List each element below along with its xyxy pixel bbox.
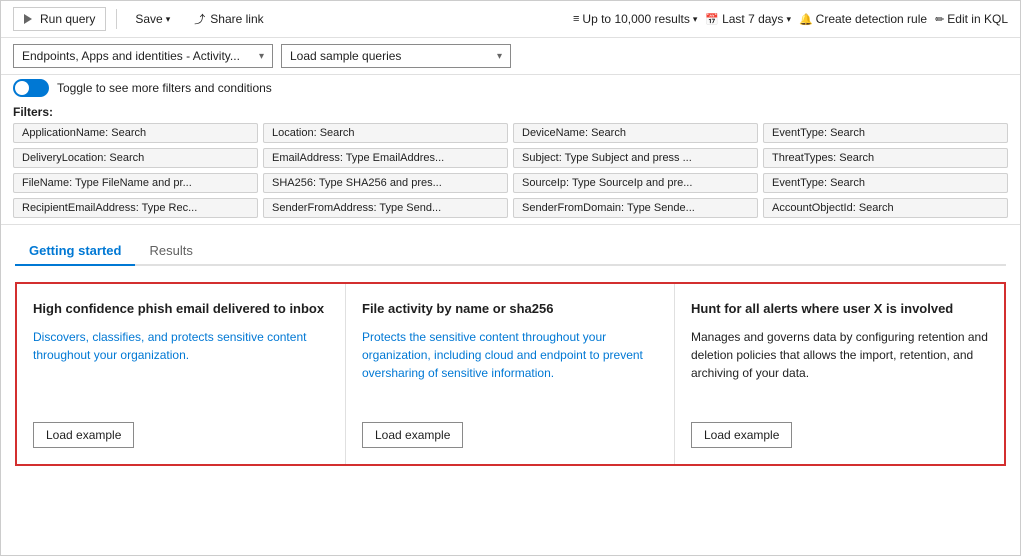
- filter-chip[interactable]: SHA256: Type SHA256 and pres...: [263, 173, 508, 193]
- toggle-row: Toggle to see more filters and condition…: [1, 75, 1020, 101]
- toolbar: Run query Save ▾ ⤴ Share link ≡ Up to 10…: [1, 1, 1020, 38]
- filter-chip[interactable]: SenderFromDomain: Type Sende...: [513, 198, 758, 218]
- filters-grid: ApplicationName: SearchLocation: SearchD…: [13, 123, 1008, 218]
- results-caret-icon: ▾: [693, 14, 698, 25]
- results-icon: ≡: [573, 13, 579, 25]
- play-icon: [24, 14, 32, 24]
- load-example-button-0[interactable]: Load example: [33, 422, 134, 448]
- time-range-label: Last 7 days: [722, 12, 783, 26]
- card-description: Protects the sensitive content throughou…: [362, 328, 658, 410]
- filter-chip[interactable]: AccountObjectId: Search: [763, 198, 1008, 218]
- save-caret-icon: ▾: [166, 14, 171, 25]
- card-desc-link: Manages and governs data by configuring …: [691, 330, 965, 344]
- results-limit-label: Up to 10,000 results: [582, 12, 689, 26]
- rule-icon: 🔔: [799, 13, 813, 26]
- endpoint-dropdown[interactable]: Endpoints, Apps and identities - Activit…: [13, 44, 273, 68]
- load-example-button-2[interactable]: Load example: [691, 422, 792, 448]
- filter-chip[interactable]: DeliveryLocation: Search: [13, 148, 258, 168]
- filter-chip[interactable]: Subject: Type Subject and press ...: [513, 148, 758, 168]
- results-limit-button[interactable]: ≡ Up to 10,000 results ▾: [573, 12, 697, 26]
- filter-chip[interactable]: SenderFromAddress: Type Send...: [263, 198, 508, 218]
- sample-chevron-icon: ▾: [497, 51, 502, 62]
- filters-section: Filters: ApplicationName: SearchLocation…: [1, 101, 1020, 225]
- cards-container: High confidence phish email delivered to…: [15, 282, 1006, 466]
- share-link-label: Share link: [210, 12, 263, 26]
- filter-chip[interactable]: ApplicationName: Search: [13, 123, 258, 143]
- load-example-button-1[interactable]: Load example: [362, 422, 463, 448]
- endpoint-dropdown-label: Endpoints, Apps and identities - Activit…: [22, 49, 240, 63]
- tab-results[interactable]: Results: [135, 237, 206, 266]
- card-description: Manages and governs data by configuring …: [691, 328, 988, 410]
- filters-label: Filters:: [13, 105, 53, 119]
- filter-chip[interactable]: EventType: Search: [763, 123, 1008, 143]
- toolbar-right: ≡ Up to 10,000 results ▾ 📅 Last 7 days ▾…: [573, 12, 1008, 26]
- endpoint-chevron-icon: ▾: [259, 51, 264, 62]
- filter-chip[interactable]: RecipientEmailAddress: Type Rec...: [13, 198, 258, 218]
- run-query-label: Run query: [40, 12, 95, 26]
- create-rule-button[interactable]: 🔔 Create detection rule: [799, 12, 927, 26]
- card-1: File activity by name or sha256 Protects …: [346, 284, 675, 464]
- filter-chip[interactable]: ThreatTypes: Search: [763, 148, 1008, 168]
- share-icon: ⤴: [194, 11, 205, 27]
- card-title: High confidence phish email delivered to…: [33, 300, 329, 318]
- tab-getting-started[interactable]: Getting started: [15, 237, 135, 266]
- share-link-button[interactable]: ⤴ Share link: [186, 7, 271, 31]
- create-rule-label: Create detection rule: [816, 12, 927, 26]
- card-description: Discovers, classifies, and protects sens…: [33, 328, 329, 410]
- card-title: File activity by name or sha256: [362, 300, 658, 318]
- calendar-icon: 📅: [705, 13, 719, 26]
- tabs: Getting startedResults: [15, 237, 1006, 266]
- filters-row: Filters:: [13, 105, 1008, 119]
- edit-kql-button[interactable]: ✏ Edit in KQL: [935, 12, 1008, 26]
- time-caret-icon: ▾: [786, 14, 791, 25]
- save-label: Save: [135, 12, 162, 26]
- toggle-slider: [13, 79, 49, 97]
- toggle-label: Toggle to see more filters and condition…: [57, 81, 272, 95]
- toggle-switch[interactable]: [13, 79, 49, 97]
- sample-queries-dropdown[interactable]: Load sample queries ▾: [281, 44, 511, 68]
- main-content: Getting startedResults High confidence p…: [1, 225, 1020, 555]
- run-query-button[interactable]: Run query: [13, 7, 106, 31]
- toolbar-separator: [116, 9, 117, 29]
- card-title: Hunt for all alerts where user X is invo…: [691, 300, 988, 318]
- card-2: Hunt for all alerts where user X is invo…: [675, 284, 1004, 464]
- query-row: Endpoints, Apps and identities - Activit…: [1, 38, 1020, 75]
- time-range-button[interactable]: 📅 Last 7 days ▾: [705, 12, 791, 26]
- filter-chip[interactable]: EventType: Search: [763, 173, 1008, 193]
- save-button[interactable]: Save ▾: [127, 8, 178, 30]
- card-0: High confidence phish email delivered to…: [17, 284, 346, 464]
- filter-chip[interactable]: SourceIp: Type SourceIp and pre...: [513, 173, 758, 193]
- app-container: Run query Save ▾ ⤴ Share link ≡ Up to 10…: [0, 0, 1021, 556]
- sample-dropdown-label: Load sample queries: [290, 49, 401, 63]
- edit-icon: ✏: [935, 13, 944, 26]
- filter-chip[interactable]: DeviceName: Search: [513, 123, 758, 143]
- filter-chip[interactable]: FileName: Type FileName and pr...: [13, 173, 258, 193]
- filter-chip[interactable]: EmailAddress: Type EmailAddres...: [263, 148, 508, 168]
- edit-kql-label: Edit in KQL: [947, 12, 1008, 26]
- filter-chip[interactable]: Location: Search: [263, 123, 508, 143]
